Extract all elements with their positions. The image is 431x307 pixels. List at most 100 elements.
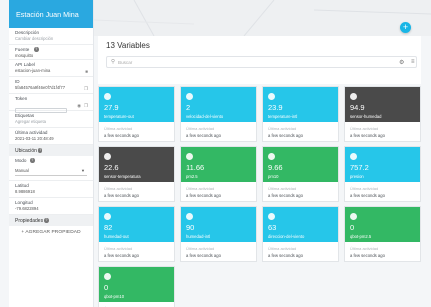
variable-name: sensor-temperatura: [104, 174, 141, 179]
variable-icon: [268, 93, 275, 100]
help-icon[interactable]: ?: [30, 158, 35, 163]
field-value: mosquitto: [15, 53, 34, 58]
variable-card[interactable]: 0 qbot-pm2.5 Última actividad a few seconds…: [344, 206, 421, 262]
variable-card-header: 90 humedad-intl: [181, 207, 256, 242]
eye-icon[interactable]: ◉: [77, 103, 81, 109]
variable-card[interactable]: 9.66 pm10 Última actividad a few seconds ag…: [262, 146, 339, 202]
field-value: 2021-03-11 20:48:49: [15, 136, 54, 141]
help-icon[interactable]: ?: [34, 47, 39, 52]
variable-name: presion: [350, 174, 364, 179]
field-label: Descripción: [15, 30, 39, 35]
last-activity-time: a few seconds ago: [186, 193, 221, 198]
field-mode: Modo? Manual ▼: [9, 156, 93, 181]
variable-name: qbot-pm10: [104, 294, 125, 299]
variable-name: velocidad-del-viento: [186, 114, 224, 119]
section-properties: Propiedades?: [9, 215, 93, 226]
field-source: Fuente? mosquitto: [9, 45, 93, 60]
field-latitude[interactable]: Latitud 8.9886918: [9, 181, 93, 198]
variable-value: 11.66: [186, 163, 205, 172]
last-activity-label: Última actividad: [268, 186, 297, 191]
last-activity-label: Última actividad: [186, 246, 215, 251]
copy-icon[interactable]: ❐: [84, 86, 88, 92]
last-activity-label: Última actividad: [104, 186, 133, 191]
last-activity-label: Última actividad: [350, 186, 379, 191]
field-last-activity: Última actividad 2021-03-11 20:48:49: [9, 128, 93, 145]
variable-name: qbot-pm2.5: [350, 234, 372, 239]
field-longitude[interactable]: Longitud -79.6822894: [9, 198, 93, 215]
gear-icon[interactable]: ⚙: [399, 59, 404, 66]
list-icon[interactable]: ≡: [411, 59, 415, 65]
variable-value: 94.9: [350, 103, 365, 112]
help-icon[interactable]: ?: [37, 148, 43, 153]
map-roads: [94, 0, 431, 36]
lock-icon: ■: [85, 69, 88, 74]
variable-card[interactable]: 94.9 sensor-humedad Última actividad a few …: [344, 86, 421, 142]
variable-card-header: 27.9 temperature-out: [99, 87, 174, 122]
device-name[interactable]: Estación Juan Mina: [9, 0, 93, 28]
search-input[interactable]: Buscar: [118, 60, 132, 65]
field-value: estacion-juan-mina: [15, 68, 51, 73]
chevron-down-icon: ▼: [81, 168, 85, 173]
field-description[interactable]: Descripción Cambiar descripción: [9, 28, 93, 45]
variable-icon: [104, 153, 111, 160]
field-value: Cambiar descripción: [15, 36, 54, 41]
variable-card-header: 2 velocidad-del-viento: [181, 87, 256, 122]
variable-card-header: 94.9 sensor-humedad: [345, 87, 420, 122]
mode-select[interactable]: Manual ▼: [15, 166, 87, 176]
field-label: Fuente: [15, 47, 30, 52]
last-activity-time: a few seconds ago: [186, 253, 221, 258]
map-view[interactable]: [94, 0, 431, 36]
variable-card[interactable]: 22.6 sensor-temperatura Última actividad a …: [98, 146, 175, 202]
search-icon: ⚲: [111, 59, 116, 65]
field-label: Última actividad: [15, 130, 48, 135]
variable-icon: [350, 153, 357, 160]
last-activity-time: a few seconds ago: [104, 193, 139, 198]
field-api-label[interactable]: API Label estacion-juan-mina ■: [9, 60, 93, 77]
last-activity-label: Última actividad: [268, 246, 297, 251]
variable-value: 90: [186, 223, 195, 232]
variables-panel: 13 Variables ⚲ Buscar ⚙ ≡: [98, 36, 421, 84]
variable-card[interactable]: 82 humedad-out Última actividad a few secon…: [98, 206, 175, 262]
copy-icon[interactable]: ❐: [84, 103, 88, 109]
variable-value: 757.2: [350, 163, 369, 172]
variable-card[interactable]: 23.9 temperature-intl Última actividad a fe…: [262, 86, 339, 142]
variable-card-header: 22.6 sensor-temperatura: [99, 147, 174, 182]
variable-icon: [104, 273, 111, 280]
select-value: Manual: [15, 168, 29, 173]
variable-card-header: 11.66 pm2.5: [181, 147, 256, 182]
section-title: Ubicación: [15, 148, 37, 154]
last-activity-time: a few seconds ago: [268, 193, 303, 198]
last-activity-label: Última actividad: [186, 186, 215, 191]
variable-icon: [268, 213, 275, 220]
field-label: Etiquetas: [15, 113, 35, 118]
field-value: -79.6822894: [15, 206, 39, 211]
variable-card[interactable]: 757.2 presion Última actividad a few second…: [344, 146, 421, 202]
variable-card[interactable]: 27.9 temperature-out Última actividad a few…: [98, 86, 175, 142]
variable-value: 0: [104, 283, 109, 292]
field-tags[interactable]: Etiquetas Agregar etiqueta: [9, 111, 93, 128]
variable-card[interactable]: 90 humedad-intl Última actividad a few seco…: [180, 206, 257, 262]
variable-card[interactable]: 63 direccion-del-viento Última actividad a …: [262, 206, 339, 262]
variable-card-header: 9.66 pm10: [263, 147, 338, 182]
section-title: Propiedades: [15, 218, 44, 224]
last-activity-time: a few seconds ago: [350, 193, 385, 198]
variable-icon: [186, 213, 193, 220]
variable-icon: [350, 213, 357, 220]
main-area: + 13 Variables ⚲ Buscar ⚙ ≡ 27.9 temperat…: [94, 0, 431, 307]
variable-card[interactable]: 0qbot-pm10Última actividada few seconds …: [98, 266, 175, 307]
help-icon[interactable]: ?: [44, 218, 49, 223]
add-property-button[interactable]: + AGREGAR PROPIEDAD: [9, 226, 93, 239]
variable-value: 22.6: [104, 163, 119, 172]
variable-card-header: 757.2 presion: [345, 147, 420, 182]
field-value: Agregar etiqueta: [15, 119, 46, 124]
variable-card[interactable]: 11.66 pm2.5 Última actividad a few seconds …: [180, 146, 257, 202]
last-activity-time: a few seconds ago: [104, 133, 139, 138]
variable-card[interactable]: 2 velocidad-del-viento Última actividad a f…: [180, 86, 257, 142]
add-variable-button[interactable]: +: [400, 22, 411, 33]
search-bar[interactable]: ⚲ Buscar ⚙ ≡: [106, 56, 417, 68]
variable-value: 63: [268, 223, 277, 232]
variable-icon: [104, 213, 111, 220]
variable-value: 0: [350, 223, 355, 232]
field-label: Latitud: [15, 183, 29, 188]
field-label: API Label: [15, 62, 35, 67]
